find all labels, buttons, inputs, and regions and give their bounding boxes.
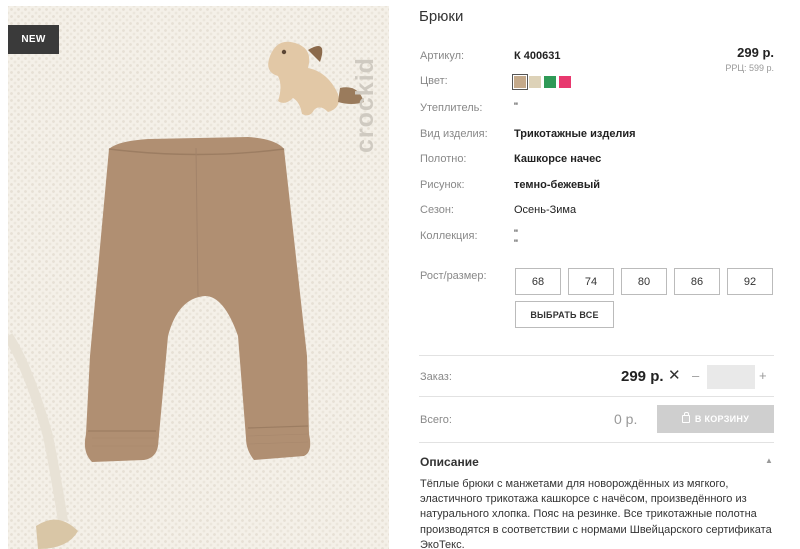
- add-to-cart-label: В КОРЗИНУ: [694, 414, 750, 424]
- sku-value: К 400631: [514, 50, 561, 62]
- increase-quantity-button[interactable]: +: [759, 368, 767, 383]
- wooden-toy-shape: [36, 519, 78, 549]
- size-option-86[interactable]: 86: [674, 268, 720, 295]
- decrease-quantity-button[interactable]: –: [692, 368, 699, 383]
- size-option-80[interactable]: 80: [621, 268, 667, 295]
- type-value: Трикотажные изделия: [514, 128, 636, 140]
- multiply-icon: ✕: [668, 367, 681, 384]
- color-label: Цвет:: [420, 75, 448, 87]
- fabric-value: Кашкорсе начес: [514, 153, 602, 165]
- toy-horse-shape: [268, 41, 364, 116]
- collection-label: Коллекция:: [420, 230, 478, 242]
- divider: [419, 442, 774, 443]
- pants-shape: [84, 137, 311, 462]
- sku-label: Артикул:: [420, 50, 465, 62]
- total-label: Всего:: [420, 414, 452, 426]
- new-badge: NEW: [8, 25, 59, 54]
- order-label: Заказ:: [420, 371, 452, 383]
- shopping-bag-icon: [681, 412, 690, 423]
- order-price: 299 р.: [621, 368, 664, 385]
- swatch-pink[interactable]: [559, 76, 571, 88]
- brand-watermark: crockid: [351, 57, 379, 153]
- product-image[interactable]: NEW crockid: [8, 6, 389, 549]
- select-all-sizes-button[interactable]: ВЫБРАТЬ ВСЕ: [515, 301, 614, 328]
- size-option-68[interactable]: 68: [515, 268, 561, 295]
- description-heading[interactable]: Описание: [420, 455, 479, 469]
- size-options: 68 74 80 86 92: [515, 268, 773, 295]
- collection-value-2: ": [514, 238, 518, 250]
- swatch-green[interactable]: [544, 76, 556, 88]
- color-swatches: [512, 74, 571, 90]
- divider: [419, 396, 774, 397]
- insulation-value: ": [514, 101, 518, 113]
- pattern-value: темно-бежевый: [514, 179, 600, 191]
- type-label: Вид изделия:: [420, 128, 488, 140]
- fabric-label: Полотно:: [420, 153, 467, 165]
- quantity-input[interactable]: [707, 365, 755, 389]
- swatch-light-beige[interactable]: [529, 76, 541, 88]
- add-to-cart-button[interactable]: В КОРЗИНУ: [657, 405, 774, 433]
- season-label: Сезон:: [420, 204, 454, 216]
- size-option-92[interactable]: 92: [727, 268, 773, 295]
- product-illustration: [8, 41, 364, 549]
- swatch-dark-beige[interactable]: [512, 74, 528, 90]
- size-option-74[interactable]: 74: [568, 268, 614, 295]
- divider: [419, 355, 774, 356]
- product-title: Брюки: [419, 8, 464, 25]
- product-price: 299 р.: [737, 45, 774, 60]
- pattern-label: Рисунок:: [420, 179, 465, 191]
- total-value: 0 р.: [614, 411, 638, 427]
- season-value: Осень-Зима: [514, 204, 577, 216]
- product-rrp: РРЦ: 599 р.: [725, 63, 774, 73]
- collapse-caret-icon[interactable]: ▲: [765, 456, 773, 465]
- ribbon-shape: [8, 333, 68, 522]
- insulation-label: Утеплитель:: [420, 102, 483, 114]
- size-label: Рост/размер:: [420, 270, 487, 282]
- description-text: Тёплые брюки с манжетами для новорождённ…: [420, 478, 772, 549]
